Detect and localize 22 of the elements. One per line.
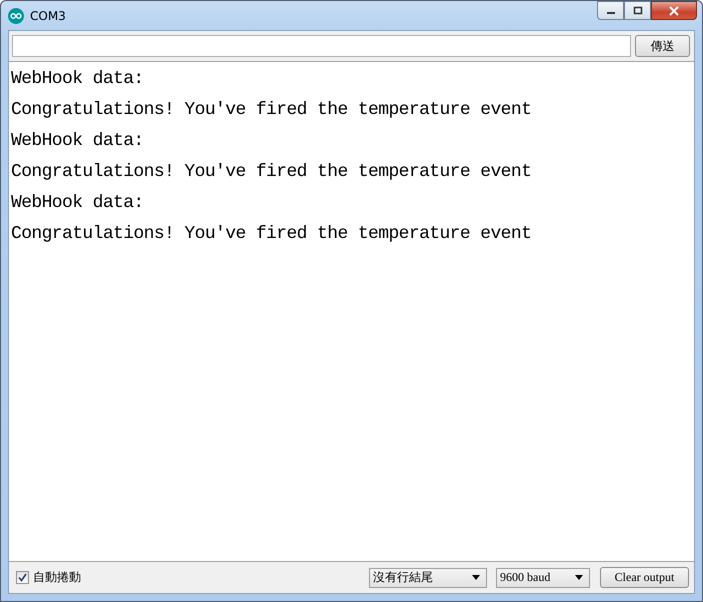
- window-title: COM3: [30, 8, 66, 22]
- output-line: WebHook data:: [11, 130, 145, 153]
- output-line: WebHook data:: [11, 192, 145, 215]
- maximize-button[interactable]: [624, 1, 651, 20]
- output-line: Congratulations! You've fired the temperature event: [11, 161, 532, 184]
- baud-dropdown[interactable]: 9600 baud: [496, 568, 590, 588]
- autoscroll-label: 自動捲動: [33, 569, 81, 586]
- caret-icon: [472, 575, 480, 580]
- close-button[interactable]: [651, 1, 697, 20]
- clear-output-button[interactable]: Clear output: [600, 567, 689, 588]
- input-field[interactable]: [12, 35, 631, 57]
- close-icon: [668, 6, 680, 16]
- caret-icon: [575, 575, 583, 580]
- minimize-button[interactable]: [597, 1, 624, 20]
- line-ending-dropdown[interactable]: 沒有行結尾: [369, 568, 487, 588]
- app-logo-icon: [8, 8, 24, 24]
- output-line: WebHook data:: [11, 68, 145, 91]
- output-line: Congratulations! You've fired the temperature event: [11, 223, 532, 246]
- autoscroll-checkbox[interactable]: [16, 571, 29, 584]
- output-line: Congratulations! You've fired the temperature event: [11, 99, 532, 122]
- maximize-icon: [632, 6, 642, 15]
- send-button[interactable]: 傳送: [635, 35, 690, 57]
